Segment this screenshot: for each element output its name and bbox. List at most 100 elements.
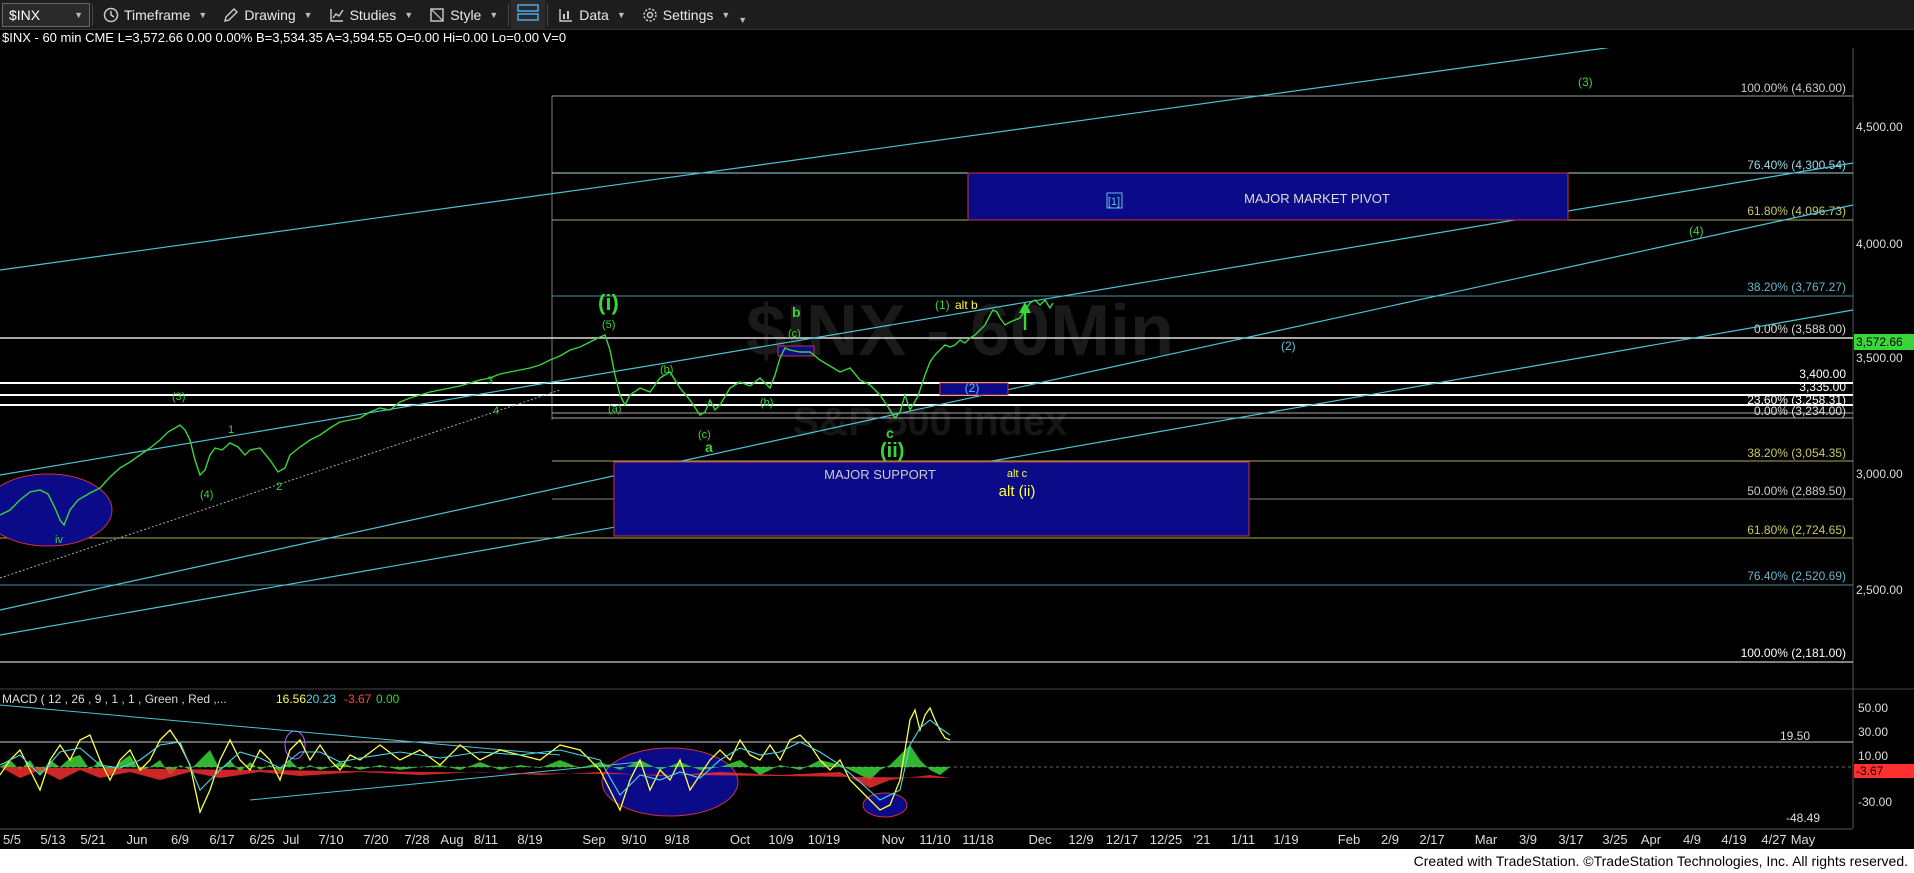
date-axis-label: 12/25	[1150, 832, 1183, 847]
wave-label: (3)	[172, 391, 185, 403]
studies-icon	[329, 7, 345, 23]
wave-label: (4)	[200, 489, 213, 501]
wave-label: (1)	[935, 298, 950, 312]
toolbar-separator	[547, 3, 549, 26]
date-axis-label: 3/9	[1519, 832, 1537, 847]
date-axis-label: 9/18	[664, 832, 689, 847]
macd-histogram-value: -3.67	[344, 692, 372, 706]
date-axis-label: 2/9	[1381, 832, 1399, 847]
fib-label: 100.00% (2,181.00)	[1741, 646, 1846, 660]
wave-label: (4)	[1689, 224, 1704, 238]
wave-label: alt b	[955, 298, 978, 312]
date-axis-label: 6/9	[171, 832, 189, 847]
date-axis-label: 2/17	[1419, 832, 1444, 847]
alt-c-label: alt c	[1007, 468, 1028, 480]
date-axis-label: 6/17	[209, 832, 234, 847]
chevron-down-icon: ▼	[404, 9, 414, 20]
date-axis-label: 12/17	[1106, 832, 1139, 847]
copyright-footer: Created with TradeStation. ©TradeStation…	[1413, 853, 1908, 869]
chevron-down-icon: ▼	[74, 9, 83, 20]
fib-label: 61.80% (2,724.65)	[1747, 523, 1846, 537]
last-price-value: 3,572.66	[1856, 335, 1903, 349]
macd-zero-value: 0.00	[376, 692, 400, 706]
date-axis: 5/5 5/13 5/21 Jun 6/9 6/17 6/25 Jul 7/10 7/20 7/28…	[0, 828, 1853, 847]
date-axis-label: 4/27	[1761, 832, 1786, 847]
date-axis-label: Dec	[1028, 832, 1052, 847]
date-axis-label: Jul	[283, 832, 300, 847]
timeframe-menu[interactable]: Timeframe ▼	[95, 0, 215, 30]
wave-label: 4	[493, 405, 499, 417]
date-axis-label: 3/17	[1558, 832, 1583, 847]
overflow-icon: ▼	[738, 14, 748, 25]
date-axis-label: Sep	[582, 832, 605, 847]
price-axis-label: 4,000.00	[1856, 237, 1903, 251]
drawing-menu[interactable]: Drawing ▼	[215, 0, 320, 30]
chevron-down-icon: ▼	[489, 9, 499, 20]
date-axis-label: '21	[1194, 832, 1211, 847]
data-menu[interactable]: Data ▼	[550, 0, 634, 30]
macd-value: 16.56	[276, 692, 306, 706]
style-menu[interactable]: Style ▼	[421, 0, 506, 30]
alt-ii-label: alt (ii)	[999, 483, 1036, 500]
fib-label: 76.40% (4,300.54)	[1747, 158, 1846, 172]
layout-toggle-button[interactable]	[511, 0, 546, 30]
wave-label: 1	[228, 424, 234, 436]
price-chart[interactable]: $INX - 60Min S&P 500 Index 100.00% (4,63…	[0, 48, 1914, 688]
timeframe-label: Timeframe	[124, 6, 191, 23]
layout-icon	[517, 3, 540, 26]
fib-label: 0.00% (3,234.00)	[1754, 404, 1846, 418]
drawing-label: Drawing	[244, 6, 296, 23]
wave-label: b	[792, 304, 801, 320]
chevron-down-icon: ▼	[721, 9, 731, 20]
macd-axis-label: 50.00	[1858, 701, 1888, 715]
fib-label: 50.00% (2,889.50)	[1747, 484, 1846, 498]
price-axis-label: 3,500.00	[1856, 351, 1903, 365]
data-label: Data	[579, 6, 609, 23]
date-axis-label: 6/25	[249, 832, 274, 847]
wave-label: (i)	[598, 290, 619, 315]
clock-icon	[103, 7, 119, 23]
studies-label: Studies	[349, 6, 397, 23]
wave-label: (2)	[965, 381, 980, 395]
pivot-tag: [1]	[1108, 196, 1120, 208]
date-axis-label: Oct	[730, 832, 751, 847]
date-axis-label: Aug	[440, 832, 463, 847]
macd-axis-label: 30.00	[1858, 725, 1888, 739]
macd-signal-line	[0, 719, 951, 801]
studies-menu[interactable]: Studies ▼	[321, 0, 422, 30]
wave-label: (a)	[608, 403, 621, 415]
date-axis-label: 5/13	[40, 832, 65, 847]
price-axis-label: 3,000.00	[1856, 467, 1903, 481]
macd-panel[interactable]: MACD ( 12 , 26 , 9 , 1 , 1 , Green , Red…	[0, 688, 1914, 828]
symbol-value: $INX	[9, 6, 41, 23]
wave-label: c	[886, 425, 894, 441]
macd-histogram-tag-value: -3.67	[1856, 764, 1884, 778]
fib-label: 61.80% (4,096.73)	[1747, 204, 1846, 218]
fib-label: 0.00% (3,588.00)	[1754, 322, 1846, 336]
date-axis-label: 5/21	[80, 832, 105, 847]
symbol-input[interactable]: $INX ▼	[2, 2, 90, 27]
settings-menu[interactable]: Settings ▼ ▼	[634, 0, 755, 30]
toolbar-separator	[92, 3, 93, 26]
wave-label: (2)	[1281, 339, 1296, 353]
wave-label: (c)	[788, 328, 801, 340]
settings-label: Settings	[662, 6, 714, 23]
date-axis-label: 4/19	[1721, 832, 1746, 847]
date-axis-label: Apr	[1641, 832, 1662, 847]
fib-label: 3,400.00	[1799, 367, 1846, 381]
date-axis-label: May	[1791, 832, 1816, 847]
macd-axis-label: -48.49	[1786, 811, 1820, 825]
date-axis-label: 11/10	[919, 832, 951, 847]
wave-label: (3)	[1578, 75, 1593, 89]
macd-line	[0, 706, 951, 815]
pivot-zone-label: MAJOR MARKET PIVOT	[1244, 191, 1390, 206]
toolbar-separator	[508, 3, 510, 26]
chevron-down-icon: ▼	[616, 9, 626, 20]
macd-title: MACD ( 12 , 26 , 9 , 1 , 1 , Green , Red…	[2, 692, 227, 706]
gear-icon	[642, 7, 658, 23]
macd-histogram	[0, 745, 950, 788]
style-label: Style	[450, 6, 482, 23]
date-axis-label: 5/5	[3, 832, 21, 847]
toolbar: $INX ▼ Timeframe ▼ Drawing ▼ Studies ▼ S…	[0, 0, 1914, 30]
chevron-down-icon: ▼	[303, 9, 313, 20]
